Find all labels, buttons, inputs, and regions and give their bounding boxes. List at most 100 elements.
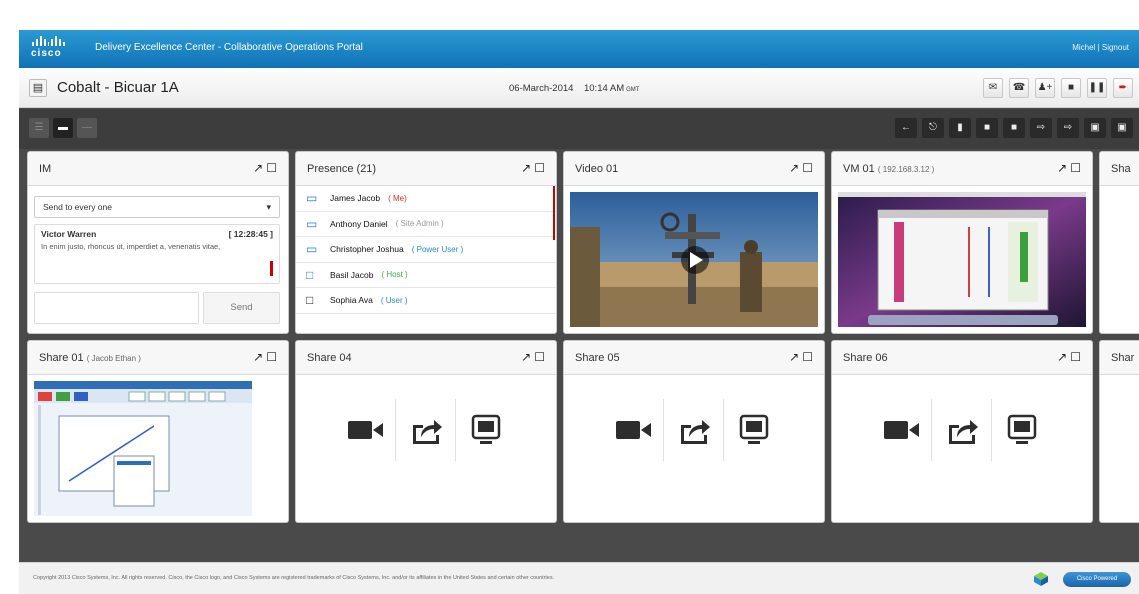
expand-icon[interactable]: ↗ bbox=[521, 350, 534, 364]
share-button-2[interactable]: ⇨ bbox=[1057, 118, 1079, 138]
time: 10:14 AM bbox=[583, 83, 625, 94]
panel-title: Video 01 bbox=[575, 163, 619, 175]
screen-icon: ▣ bbox=[1117, 122, 1127, 133]
footer: Copyright 2013 Cisco Systems, Inc. All r… bbox=[19, 562, 1139, 594]
maximize-icon[interactable]: ☐ bbox=[1070, 350, 1084, 364]
share-button-1[interactable]: ⇨ bbox=[1030, 118, 1052, 138]
date-time: 06-March-2014 10:14 AM GMT bbox=[509, 83, 639, 94]
scroll-marker[interactable] bbox=[270, 261, 273, 276]
stop-button[interactable]: ■ bbox=[1061, 78, 1081, 98]
share-panel-partial: Shar bbox=[1099, 340, 1139, 523]
square-icon: □ bbox=[306, 293, 314, 308]
maximize-icon[interactable]: ☐ bbox=[266, 161, 280, 175]
shared-screen[interactable] bbox=[34, 381, 252, 516]
maximize-icon[interactable]: ☐ bbox=[802, 350, 816, 364]
share-content-button[interactable] bbox=[932, 399, 992, 461]
date: 06-March-2014 bbox=[509, 83, 574, 94]
expand-icon[interactable]: ↗ bbox=[1057, 350, 1070, 364]
maximize-icon[interactable]: ☐ bbox=[534, 161, 548, 175]
back-button[interactable]: ← bbox=[895, 118, 917, 138]
share-icon bbox=[412, 420, 442, 444]
square-icon: □ bbox=[306, 267, 314, 282]
presence-item[interactable]: ▭ James Jacob( Me) bbox=[296, 186, 556, 212]
panel-title: Presence (21) bbox=[307, 163, 377, 175]
cisco-powered-badge: Cisco Powered bbox=[1063, 572, 1131, 587]
vm-screen[interactable] bbox=[838, 192, 1086, 327]
presence-panel: Presence (21) ↗☐ ▭ James Jacob( Me) ▭ Anth… bbox=[295, 151, 557, 334]
start-video-button[interactable] bbox=[336, 399, 396, 461]
recipient-select[interactable]: Send to every one ▾ bbox=[34, 196, 280, 218]
message-input[interactable] bbox=[34, 292, 199, 324]
panel-title: VM 01 ( 192.168.3.12 ) bbox=[843, 163, 935, 175]
expand-icon[interactable]: ↗ bbox=[253, 161, 266, 175]
video-camera-icon bbox=[347, 421, 383, 439]
stop-icon: ■ bbox=[1067, 82, 1075, 93]
expand-icon[interactable]: ↗ bbox=[789, 161, 802, 175]
hierarchy-button[interactable]: ⎋ bbox=[922, 118, 944, 138]
maximize-icon[interactable]: ☐ bbox=[1070, 161, 1084, 175]
add-user-button[interactable]: ♟+ bbox=[1035, 78, 1055, 98]
user-signout-link[interactable]: Michel | Signout bbox=[1072, 43, 1129, 52]
share-panel-partial: Sha bbox=[1099, 151, 1139, 334]
layout-button-1[interactable]: ☰ bbox=[29, 118, 49, 138]
share-content-button[interactable] bbox=[396, 399, 456, 461]
screen-button-1[interactable]: ▣ bbox=[1084, 118, 1106, 138]
presence-item[interactable]: □ Basil Jacob( Host ) bbox=[296, 263, 556, 288]
layout-button-2[interactable]: ▬ bbox=[53, 118, 73, 138]
scroll-marker[interactable] bbox=[553, 186, 555, 240]
site-title-bar: ▤ Cobalt - Bicuar 1A 06-March-2014 10:14… bbox=[19, 68, 1139, 108]
cisco-logo: cisco bbox=[31, 36, 66, 62]
message-text: In enim justo, rhoncus ut, imperdiet a, … bbox=[41, 242, 221, 251]
presence-item[interactable]: □ Sophia Ava( User ) bbox=[296, 288, 556, 314]
panel-title: Share 06 bbox=[843, 352, 888, 364]
video-player[interactable] bbox=[570, 192, 818, 327]
panel-title: Share 05 bbox=[575, 352, 620, 364]
start-video-button[interactable] bbox=[604, 399, 664, 461]
video-button-2[interactable]: ■ bbox=[1003, 118, 1025, 138]
expand-icon[interactable]: ↗ bbox=[253, 350, 266, 364]
panel-title: IM bbox=[39, 163, 52, 175]
two-row-icon: ▬ bbox=[58, 122, 68, 133]
share06-panel: Share 06 ↗☐ bbox=[831, 340, 1093, 523]
pause-button[interactable]: ❚❚ bbox=[1087, 78, 1107, 98]
screen-icon: ▣ bbox=[1090, 122, 1100, 133]
chat-button[interactable]: ▮ bbox=[949, 118, 971, 138]
exit-button[interactable]: ➨ bbox=[1113, 78, 1133, 98]
share-screen-button[interactable] bbox=[724, 399, 784, 461]
share-content-button[interactable] bbox=[664, 399, 724, 461]
share05-panel: Share 05 ↗☐ bbox=[563, 340, 825, 523]
presence-item[interactable]: ▭ Christopher Joshua( Power User ) bbox=[296, 237, 556, 263]
screen-button-2[interactable]: ▣ bbox=[1111, 118, 1133, 138]
timezone: GMT bbox=[626, 87, 640, 93]
expand-icon[interactable]: ↗ bbox=[521, 161, 534, 175]
expand-icon[interactable]: ↗ bbox=[789, 350, 802, 364]
message-sender: Victor Warren bbox=[41, 229, 97, 239]
maximize-icon[interactable]: ☐ bbox=[802, 161, 816, 175]
message-time: [ 12:28:45 ] bbox=[228, 229, 273, 239]
mail-button[interactable]: ✉ bbox=[983, 78, 1003, 98]
chat-icon: ▮ bbox=[957, 122, 963, 133]
app-title: Delivery Excellence Center - Collaborati… bbox=[95, 42, 363, 53]
share-icon: ⇨ bbox=[1063, 122, 1073, 133]
start-video-button[interactable] bbox=[872, 399, 932, 461]
video-button-1[interactable]: ■ bbox=[976, 118, 998, 138]
mail-icon: ✉ bbox=[988, 82, 998, 93]
maximize-icon[interactable]: ☐ bbox=[266, 350, 280, 364]
monitor-icon: ▭ bbox=[306, 191, 318, 206]
presence-item[interactable]: ▭ Anthony Daniel( Site Admin ) bbox=[296, 212, 556, 237]
send-button[interactable]: Send bbox=[203, 292, 280, 324]
maximize-icon[interactable]: ☐ bbox=[534, 350, 548, 364]
expand-icon[interactable]: ↗ bbox=[1057, 161, 1070, 175]
caret-down-icon: ▾ bbox=[266, 202, 271, 212]
share-screen-button[interactable] bbox=[456, 399, 516, 461]
panel-grid: IM ↗☐ Send to every one ▾ Victor Warren[… bbox=[25, 151, 1139, 523]
portal-window: cisco Delivery Excellence Center - Colla… bbox=[19, 30, 1139, 594]
arrow-left-icon: ← bbox=[901, 122, 911, 133]
screen-icon bbox=[471, 414, 501, 444]
share-icon: ⇨ bbox=[1036, 122, 1046, 133]
call-button[interactable]: ☎ bbox=[1009, 78, 1029, 98]
hierarchy-icon: ⎋ bbox=[929, 122, 937, 133]
app-header: cisco Delivery Excellence Center - Colla… bbox=[19, 30, 1139, 68]
layout-button-3[interactable]: — bbox=[77, 118, 97, 138]
share-screen-button[interactable] bbox=[992, 399, 1052, 461]
